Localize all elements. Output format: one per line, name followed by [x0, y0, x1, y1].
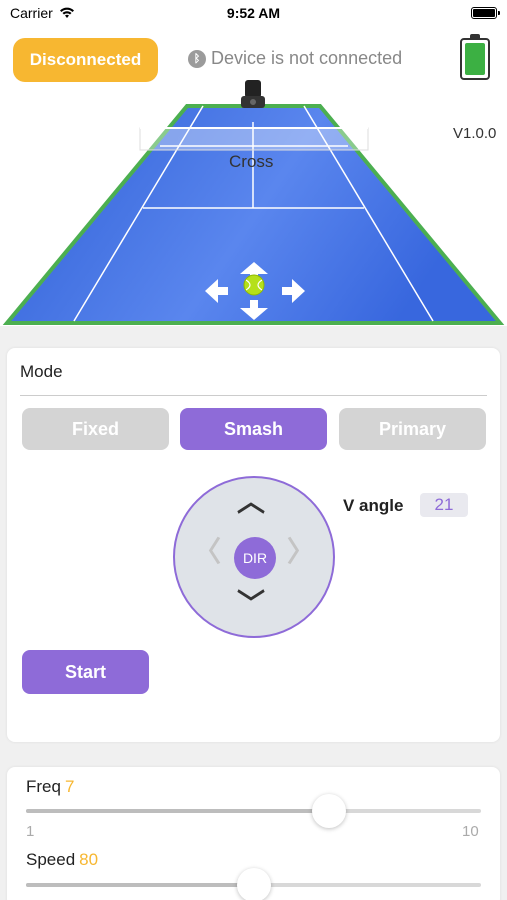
arrow-down-icon[interactable]: ﹀ [237, 590, 265, 618]
battery-icon [471, 7, 500, 19]
speed-label-text: Speed [26, 850, 76, 869]
speed-label: Speed 80 [26, 850, 98, 870]
freq-min: 1 [26, 823, 35, 840]
speed-slider-thumb[interactable] [236, 868, 271, 900]
direction-pad: ︿ ﹀ 〈 〉 DIR [173, 476, 335, 638]
freq-label: Freq 7 [26, 777, 74, 797]
ball-machine-icon [241, 80, 265, 108]
freq-slider-fill [26, 809, 330, 813]
arrow-up-icon[interactable]: ︿ [237, 488, 265, 516]
speed-slider-fill [26, 883, 254, 887]
dir-button[interactable]: DIR [234, 537, 276, 579]
bluetooth-icon: ᛒ [188, 49, 206, 68]
tennis-court[interactable] [0, 76, 507, 326]
divider [20, 395, 487, 396]
mode-smash-button[interactable]: Smash [180, 408, 327, 450]
carrier-label: Carrier [10, 5, 53, 21]
court-mode-label: Cross [229, 152, 274, 171]
freq-slider-thumb[interactable] [312, 794, 347, 828]
mode-primary-button[interactable]: Primary [339, 408, 486, 450]
arrow-right-icon[interactable]: 〉 [287, 538, 315, 566]
mode-panel: Mode Fixed Smash Primary ︿ ﹀ 〈 〉 DIR V a… [7, 348, 500, 742]
mode-title: Mode [20, 362, 63, 381]
freq-label-text: Freq [26, 777, 61, 796]
mode-fixed-button[interactable]: Fixed [22, 408, 169, 450]
arrow-left-icon[interactable]: 〈 [193, 538, 221, 566]
v-angle-value: 21 [420, 493, 468, 517]
device-status-text: Device is not connected [211, 48, 403, 68]
wifi-icon [59, 7, 74, 18]
status-left: Carrier [10, 5, 75, 21]
slider-panel: Freq 7 1 10 Speed 80 [7, 767, 500, 900]
status-bar: Carrier 9:52 AM [0, 0, 507, 26]
start-button[interactable]: Start [22, 650, 149, 694]
speed-slider[interactable] [26, 868, 481, 900]
speed-value: 80 [79, 850, 99, 869]
net [139, 127, 369, 151]
freq-max: 10 [462, 823, 479, 840]
freq-slider[interactable] [26, 794, 481, 828]
device-status: ᛒ Device is not connected [188, 48, 402, 69]
v-angle-label: V angle [343, 496, 404, 515]
tennis-ball-icon [243, 274, 265, 296]
device-battery-icon [460, 34, 490, 80]
court-area: Disconnected ᛒ Device is not connected V… [0, 26, 507, 326]
freq-value: 7 [64, 777, 75, 796]
status-time: 9:52 AM [226, 5, 281, 21]
